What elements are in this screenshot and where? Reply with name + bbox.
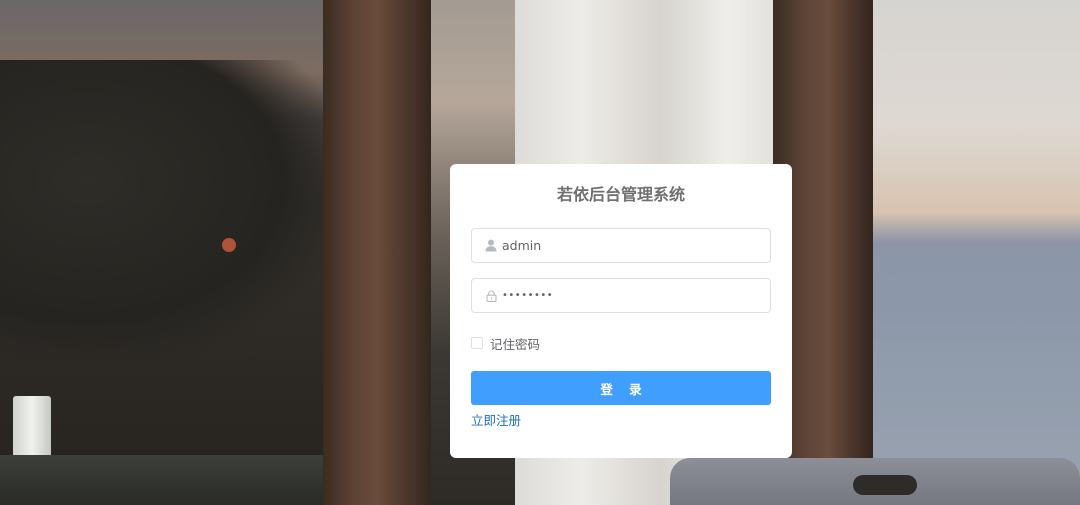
bg-wooden-post-left [323, 0, 431, 505]
bg-trees [0, 60, 340, 360]
bg-table [0, 455, 330, 505]
login-button[interactable]: 登 录 [471, 371, 771, 405]
bg-bench-handle [853, 475, 917, 495]
remember-me-checkbox[interactable] [471, 337, 483, 349]
password-field[interactable] [471, 278, 771, 313]
password-input[interactable] [502, 279, 762, 312]
username-field[interactable] [471, 228, 771, 263]
bg-light [222, 238, 236, 252]
remember-me-label[interactable]: 记住密码 [490, 334, 540, 353]
username-input[interactable] [502, 229, 762, 262]
bg-window-right [870, 0, 1080, 505]
login-title: 若依后台管理系统 [556, 185, 685, 204]
lock-icon [484, 279, 498, 312]
user-icon [484, 229, 498, 262]
bg-cup [13, 396, 51, 462]
remember-me[interactable]: 记住密码 [471, 334, 771, 353]
login-form: 若依后台管理系统 记住密码 登 录 立即注册 [450, 164, 792, 458]
register-link[interactable]: 立即注册 [471, 410, 521, 429]
